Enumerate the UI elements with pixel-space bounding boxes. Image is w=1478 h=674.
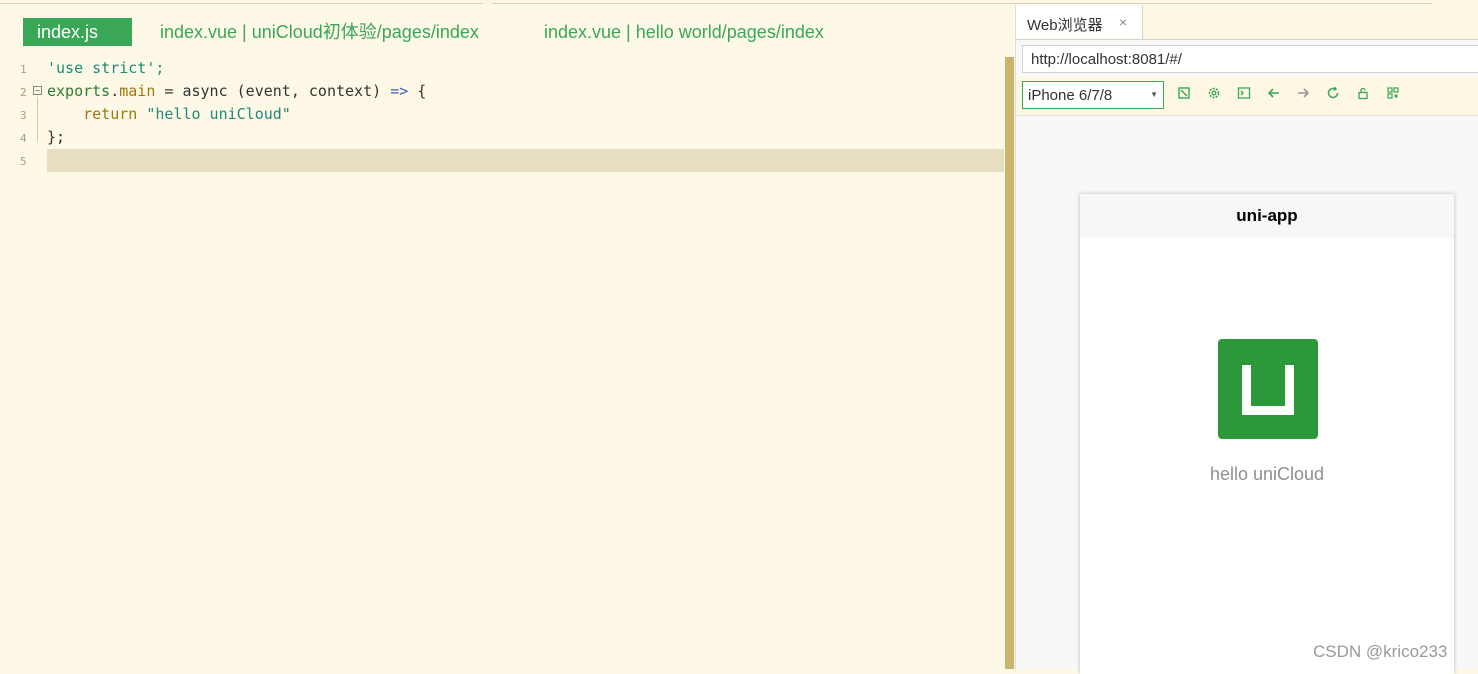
code-token: }; [47,128,66,146]
code-token: (event, context) [227,82,391,100]
code-line-3: return "hello uniCloud" [47,103,291,126]
top-strip-segment [492,0,1432,4]
nav-title: uni-app [1236,206,1298,225]
code-token: { [408,82,427,100]
settings-icon[interactable] [1206,86,1222,102]
forward-arrow-icon[interactable] [1295,86,1311,102]
editor-tab-bar: index.js index.vue | uniCloud初体验/pages/i… [0,5,1015,55]
code-token: main [119,82,156,100]
app-navbar: uni-app [1080,194,1454,238]
url-text: http://localhost:8081/#/ [1031,51,1182,68]
line-number: 3 [20,109,27,122]
uniapp-logo [1218,339,1318,439]
current-line-highlight [47,149,1004,172]
hello-message: hello uniCloud [1209,464,1325,484]
fold-guide-line [37,97,38,141]
url-input[interactable]: http://localhost:8081/#/ [1022,45,1478,73]
line-number: 4 [20,132,27,145]
rotate-icon[interactable] [1176,86,1192,102]
watermark: CSDN @krico233 [1313,642,1448,661]
fold-toggle-icon[interactable]: − [33,86,42,95]
device-select-value: iPhone 6/7/8 [1028,87,1113,104]
web-browser-panel: Web浏览器 × http://localhost:8081/#/ iPhone… [1015,5,1478,674]
code-token: . [110,82,120,100]
code-token: return [83,105,138,123]
top-strip-segment [0,0,483,4]
browser-toolbar: iPhone 6/7/8 ▼ [1016,77,1478,116]
code-token: "hello uniCloud" [146,105,291,123]
code-editor[interactable]: index.js index.vue | uniCloud初体验/pages/i… [0,5,1015,669]
code-line-1: 'use strict'; [47,57,164,80]
code-token: exports [47,82,111,100]
back-arrow-icon[interactable] [1266,86,1282,102]
phone-simulator[interactable]: uni-app hello uniCloud [1080,194,1454,674]
console-icon[interactable] [1236,86,1252,102]
reload-icon[interactable] [1325,86,1341,102]
tab-web-browser[interactable]: Web浏览器 × [1016,5,1143,39]
browser-tab-bar: Web浏览器 × [1016,5,1478,40]
chevron-down-icon: ▼ [1150,90,1158,99]
qrcode-icon[interactable] [1385,86,1401,102]
code-token: async [182,82,228,100]
tab-index-vue-unicloud[interactable]: index.vue | uniCloud初体验/pages/index [160,18,479,46]
code-token: 'use strict'; [47,59,165,77]
code-content[interactable]: 'use strict'; exports.main = async (even… [47,57,426,165]
line-number: 1 [20,63,27,76]
logo-u-icon [1242,365,1294,415]
code-token: => [390,82,409,100]
line-number: 5 [20,155,27,168]
code-line-4: }; [47,126,65,149]
tab-index-js[interactable]: index.js [23,18,132,46]
code-line-2: exports.main = async (event, context) =>… [47,80,426,103]
code-token: = [155,82,183,100]
device-select[interactable]: iPhone 6/7/8 ▼ [1022,81,1164,109]
close-icon[interactable]: × [1119,14,1127,30]
lock-icon[interactable] [1355,86,1371,102]
tab-index-vue-hello-world[interactable]: index.vue | hello world/pages/index [544,18,824,46]
editor-scrollbar[interactable] [1005,57,1014,669]
line-number: 2 [20,86,27,99]
tab-web-browser-label: Web浏览器 [1027,17,1103,34]
